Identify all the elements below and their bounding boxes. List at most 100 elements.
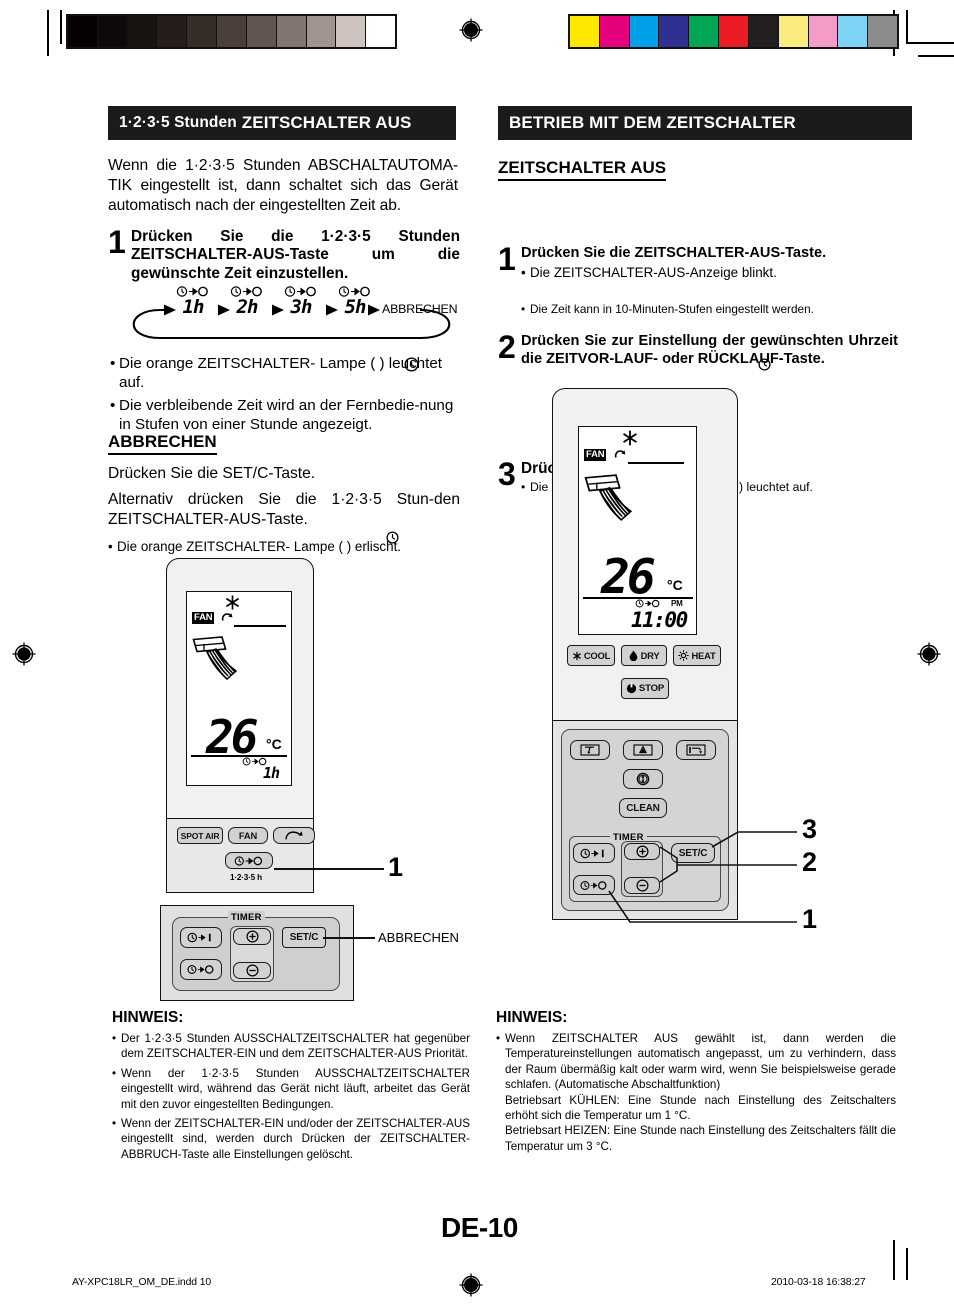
right-subhead-wrap: ZEITSCHALTER AUS bbox=[498, 158, 667, 181]
right-step-1-bullet: • Die ZEITSCHALTER-AUS-Anzeige blinkt. bbox=[521, 264, 914, 281]
timer-off-1235h-button[interactable] bbox=[225, 852, 273, 869]
left-header-main: ZEITSCHALTER AUS bbox=[241, 113, 412, 132]
grayscale-calibration-bar bbox=[66, 14, 397, 49]
exhaust-button[interactable] bbox=[676, 740, 716, 760]
left-section-header: 1·2·3·5 Stunden ZEITSCHALTER AUS bbox=[108, 106, 456, 140]
calibration-swatch bbox=[837, 16, 868, 47]
abbrechen-callout-line bbox=[323, 937, 375, 939]
calibration-swatch bbox=[68, 16, 97, 47]
page-number: DE-10 bbox=[441, 1212, 518, 1243]
calibration-swatch bbox=[275, 16, 306, 47]
bullet-dot: • bbox=[112, 1117, 117, 1131]
crop-mark-top-right-h bbox=[906, 42, 954, 44]
left-timer-panel-illustration: TIMER SET/C ABBRECHEN bbox=[160, 905, 465, 1005]
timer-off-icon bbox=[187, 964, 215, 975]
left-note-item-1: • Der 1·2·3·5 Stunden AUSSCHALTZEITSCHAL… bbox=[112, 1031, 470, 1062]
timer-decrease-button[interactable] bbox=[233, 962, 271, 979]
droplet-icon bbox=[629, 650, 638, 661]
exhaust-icon bbox=[686, 744, 706, 756]
callout-1-line bbox=[274, 868, 384, 870]
calibration-swatch bbox=[718, 16, 748, 47]
timer-decrease-button[interactable] bbox=[624, 877, 660, 894]
swing-icon bbox=[613, 448, 627, 462]
calibration-swatch bbox=[126, 16, 157, 47]
fan-button[interactable]: FAN bbox=[228, 827, 268, 844]
crop-mark-top-left-v bbox=[47, 10, 49, 56]
set-c-button[interactable]: SET/C bbox=[282, 927, 326, 948]
swing-icon bbox=[284, 830, 304, 841]
snowflake-icon bbox=[572, 651, 582, 661]
dry-button[interactable]: DRY bbox=[621, 645, 667, 666]
set-c-button[interactable]: SET/C bbox=[671, 843, 715, 863]
snowflake-icon bbox=[621, 429, 639, 447]
right-subhead: ZEITSCHALTER AUS bbox=[498, 158, 667, 181]
swing-button[interactable] bbox=[273, 827, 315, 844]
clean-button[interactable]: CLEAN bbox=[619, 798, 667, 818]
cycle-item-0: 1h bbox=[168, 286, 218, 318]
crop-mark-top-right-v2 bbox=[906, 10, 908, 44]
bullet-dot: • bbox=[521, 264, 526, 280]
economy-button[interactable] bbox=[623, 769, 663, 789]
left-note-item-2: • Wenn der 1·2·3·5 Stunden AUSSCHALTZEIT… bbox=[112, 1066, 470, 1112]
dry-label: DRY bbox=[640, 650, 660, 661]
left-header-lead: 1·2·3·5 Stunden bbox=[119, 114, 237, 131]
calibration-swatch bbox=[186, 16, 217, 47]
timer-on-button[interactable] bbox=[573, 843, 615, 863]
bullet-dot: • bbox=[110, 396, 116, 414]
lcd-timer-value: 1h bbox=[263, 764, 280, 782]
right-remote-illustration: FAN 26 °C PM 11:00 COOL DRY HEAT STOP CL… bbox=[552, 388, 892, 953]
stop-button[interactable]: STOP bbox=[621, 678, 669, 699]
left-note-item-1-text: Der 1·2·3·5 Stunden AUSSCHALTZEITSCHALTE… bbox=[121, 1032, 470, 1061]
timer-increase-button[interactable] bbox=[233, 928, 271, 945]
bullet-dot: • bbox=[112, 1066, 117, 1080]
cool-label: COOL bbox=[583, 650, 611, 661]
left-bullet-2-text: Die verbleibende Zeit wird an der Fernbe… bbox=[119, 396, 454, 434]
crop-mark-top-right-h2 bbox=[918, 55, 954, 57]
left-step-1-title: Drücken Sie die 1·2·3·5 Stunden ZEITSCHA… bbox=[131, 228, 460, 282]
fan-label: FAN bbox=[238, 830, 258, 841]
timer-off-icon bbox=[580, 880, 608, 891]
calibration-swatch bbox=[156, 16, 187, 47]
callout-2-number: 2 bbox=[802, 847, 818, 877]
calibration-swatch bbox=[96, 16, 127, 47]
calibration-swatch bbox=[747, 16, 778, 47]
right-step-1-bullet-text: Die ZEITSCHALTER-AUS-Anzeige blinkt. bbox=[530, 264, 777, 280]
cancel-bullet: • Die orange ZEITSCHALTER- Lampe ( ) erl… bbox=[108, 538, 460, 555]
cancel-bullet-clock-icon bbox=[386, 531, 399, 544]
timer-off-icon bbox=[234, 855, 264, 866]
timer-off-button[interactable] bbox=[180, 959, 222, 980]
swing-icon bbox=[220, 611, 234, 625]
timer-increase-button[interactable] bbox=[624, 843, 660, 860]
left-cancel-block: ABBRECHEN Drücken Sie die SET/C-Taste. A… bbox=[108, 432, 460, 555]
cycle-item-3-label: 5h bbox=[344, 296, 367, 318]
cycle-item-3: 5h bbox=[330, 286, 380, 318]
cool-button[interactable]: COOL bbox=[567, 645, 615, 666]
cancel-line-2: Alternativ drücken Sie die 1·2·3·5 Stun-… bbox=[108, 491, 460, 529]
bullet-dot: • bbox=[112, 1032, 117, 1045]
cancel-line-1: Drücken Sie die SET/C-Taste. bbox=[108, 464, 316, 482]
left-bullet-1-clock-icon bbox=[404, 357, 419, 372]
heat-button[interactable]: HEAT bbox=[673, 645, 721, 666]
clean-label: CLEAN bbox=[626, 802, 660, 814]
timer-off-button[interactable] bbox=[573, 875, 615, 895]
timer-on-icon bbox=[580, 848, 608, 859]
stop-label: STOP bbox=[638, 683, 665, 694]
lcd-timer-off-icon bbox=[635, 599, 661, 608]
registration-mark-left bbox=[11, 641, 37, 667]
ion-button[interactable] bbox=[623, 740, 663, 760]
left-intro-text: Wenn die 1·2·3·5 Stunden ABSCHALTAUTOMA-… bbox=[108, 157, 458, 214]
calibration-swatch bbox=[867, 16, 897, 47]
timer-on-icon bbox=[187, 932, 215, 943]
crop-mark-top-left-v2 bbox=[60, 10, 62, 44]
airflow-icon bbox=[584, 473, 650, 539]
spot-air-button[interactable]: SPOT AIR bbox=[177, 827, 223, 844]
timer-on-button[interactable] bbox=[180, 927, 222, 948]
airflow-icon bbox=[192, 635, 254, 697]
lcd-fan-label: FAN bbox=[584, 449, 607, 461]
louver-button[interactable] bbox=[570, 740, 610, 760]
minus-icon bbox=[245, 964, 259, 977]
plus-icon bbox=[245, 930, 259, 943]
right-step-1-title: Drücken Sie die ZEITSCHALTER-AUS-Taste. bbox=[521, 245, 827, 262]
cycle-item-2-label: 3h bbox=[290, 296, 313, 318]
calibration-swatch bbox=[216, 16, 246, 47]
